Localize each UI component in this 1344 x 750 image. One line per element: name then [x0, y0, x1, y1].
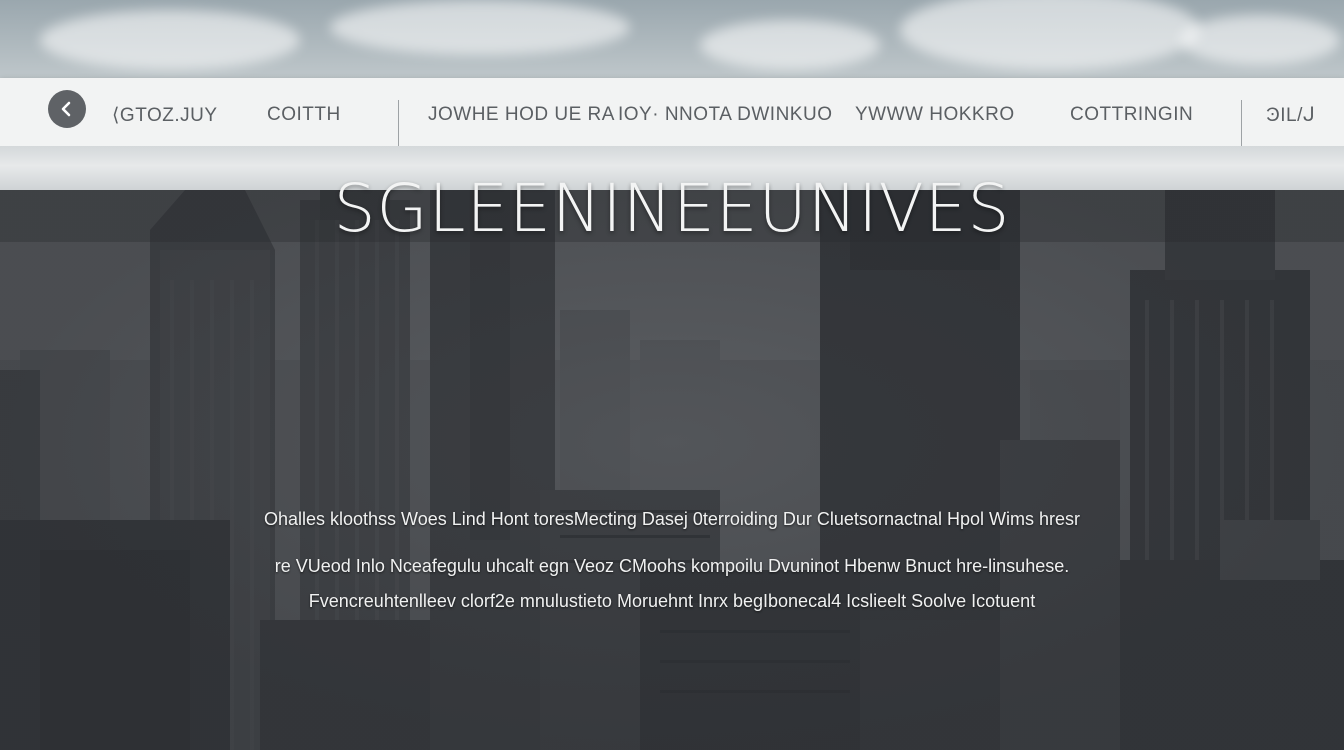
hero-body-line-2: re VUeod Inlo Nceafegulu uhcalt egn Veoz…: [274, 556, 1070, 576]
hero-body-line-1: Ohalles kloothss Woes Lind Hont toresMec…: [263, 509, 1080, 529]
hero-headline: SGLEENINEEUNIVES: [333, 170, 1011, 247]
nav-divider: [1241, 100, 1242, 146]
nav-item-3[interactable]: JOWHE HOD UE RA: [428, 104, 615, 126]
nav-item-2[interactable]: COITTH: [267, 104, 341, 126]
nav-item-4[interactable]: IOY· NNOTA DWINKUO: [618, 104, 832, 126]
cloud: [700, 20, 880, 70]
hero-section: [0, 190, 1344, 750]
cloud: [40, 10, 300, 70]
back-button[interactable]: [48, 90, 86, 128]
nav-item-1[interactable]: ⟨GTOZ.JUY: [112, 104, 218, 127]
chevron-left-icon: [61, 101, 71, 117]
cloud: [1180, 15, 1340, 65]
cloud: [330, 0, 630, 55]
hero-overlay: [0, 190, 1344, 750]
nav-item-6[interactable]: COTTRINGIN: [1070, 104, 1193, 126]
hero-body-line-3: Fvencreuhtenlleev clorf2e mnulustieto Mo…: [308, 591, 1036, 611]
nav-item-5[interactable]: YWWW HOKKRO: [855, 104, 1015, 126]
nav-divider: [398, 100, 399, 146]
cloud: [900, 0, 1200, 70]
nav-right-label[interactable]: ϿIL/ᒍ: [1266, 104, 1315, 127]
